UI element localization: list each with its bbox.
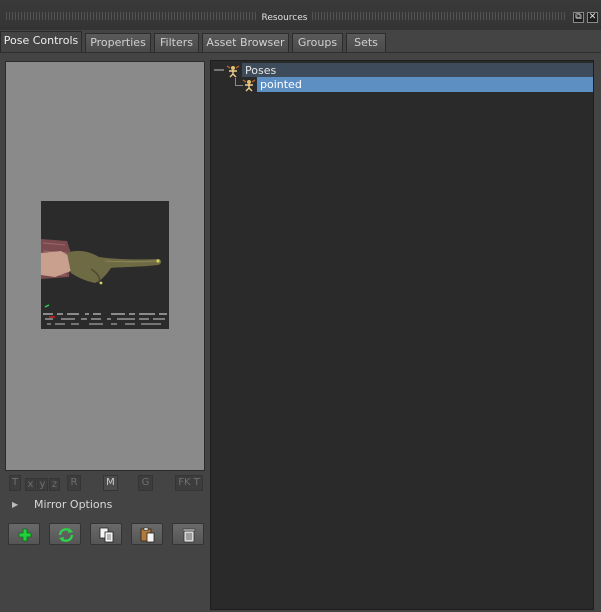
add-pose-icon: [18, 528, 32, 542]
y-axis-button[interactable]: y: [37, 478, 48, 491]
collapse-icon: [214, 69, 224, 71]
channel-filter-bar: T x y z R M G FK T: [5, 474, 205, 492]
pointing-hand-image: [41, 201, 169, 329]
pose-icon: [242, 79, 256, 92]
tab-divider: [0, 52, 601, 53]
float-window-icon[interactable]: ⧉: [573, 12, 584, 23]
mirror-mode-button[interactable]: M: [103, 475, 118, 491]
delete-pose-button[interactable]: [172, 523, 204, 545]
copy-pose-button[interactable]: [90, 523, 122, 545]
close-window-icon[interactable]: ✕: [587, 12, 598, 23]
selected-row-highlight: [257, 77, 593, 92]
tab-pose-controls[interactable]: Pose Controls: [0, 31, 82, 53]
refresh-pose-icon: [58, 528, 74, 542]
add-pose-button[interactable]: [8, 523, 40, 545]
paste-pose-button[interactable]: [131, 523, 163, 545]
tree-item-poses[interactable]: Poses: [211, 63, 593, 78]
pose-item-label: pointed: [260, 78, 302, 91]
tab-sets[interactable]: Sets: [346, 33, 386, 52]
title-bar: Resources ⧉ ✕: [0, 0, 601, 30]
z-axis-button[interactable]: z: [49, 478, 60, 491]
tree-root-label: Poses: [245, 64, 277, 77]
pose-thumbnail[interactable]: [41, 201, 169, 329]
tab-filters[interactable]: Filters: [154, 33, 199, 52]
tab-asset-browser[interactable]: Asset Browser: [202, 33, 289, 52]
global-mode-button[interactable]: G: [138, 475, 153, 491]
tab-groups[interactable]: Groups: [292, 33, 343, 52]
window-title: Resources: [261, 13, 308, 23]
mirror-options-label: Mirror Options: [34, 498, 113, 511]
refresh-pose-button[interactable]: [49, 523, 81, 545]
rotate-filter-button[interactable]: R: [67, 475, 81, 491]
delete-pose-icon: [182, 528, 196, 543]
root-row-highlight: [242, 63, 593, 77]
tree-item-pointed[interactable]: pointed: [211, 77, 593, 92]
x-axis-button[interactable]: x: [25, 478, 36, 491]
translate-filter-button[interactable]: T: [9, 475, 21, 491]
poses-folder-icon: [226, 65, 240, 78]
paste-pose-icon: [140, 527, 155, 543]
pose-tree-view[interactable]: Poses pointed: [210, 60, 594, 610]
pose-preview-pane: [5, 61, 205, 471]
expand-arrow-icon: ▶: [12, 500, 19, 509]
tab-properties[interactable]: Properties: [85, 33, 151, 52]
copy-pose-icon: [99, 527, 114, 543]
fk-translate-button[interactable]: FK T: [175, 475, 203, 491]
